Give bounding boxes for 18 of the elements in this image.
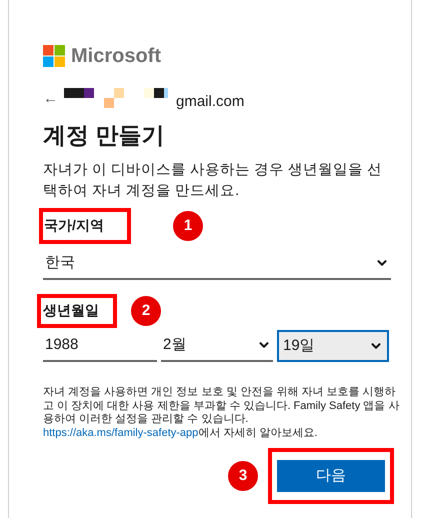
next-button[interactable]: 다음 <box>277 460 385 492</box>
step-number-badge: 1 <box>173 211 203 241</box>
step-number-badge: 3 <box>228 461 258 491</box>
country-dropdown[interactable]: 한국 <box>43 248 391 280</box>
field-label: 생년월일 <box>43 302 99 318</box>
back-button[interactable]: ← <box>43 88 58 110</box>
notice-text: 자녀 계정을 사용하면 개인 정보 보호 및 안전을 위해 자녀 보호를 시행하고 이 장치에 대한 사용 제한을 부과할 수 있습니다. Family Safety 앱을 사용하여 이러한 설정을 관리할 수 있습니다. https://aka.ms/family-safety-app에서 자세히 알아보세요. <box>43 386 400 440</box>
page-title: 계정 만들기 <box>43 120 166 150</box>
description: 자녀가 이 디바이스를 사용하는 경우 생년월일을 선택하여 자녀 계정을 만드세요. <box>43 161 384 201</box>
field-label: 국가/지역 <box>43 217 104 233</box>
year-field[interactable]: 1988 <box>43 330 157 362</box>
step-number-badge: 2 <box>131 296 161 326</box>
dropdown[interactable]: 19일 <box>277 330 389 362</box>
brand-name: Microsoft <box>71 44 161 69</box>
help-link[interactable]: https://aka.ms/family-safety-app <box>43 426 198 438</box>
dropdown[interactable]: 2월 <box>161 330 273 362</box>
email-address: gmail.com <box>176 92 244 112</box>
logo-icon <box>43 45 65 67</box>
